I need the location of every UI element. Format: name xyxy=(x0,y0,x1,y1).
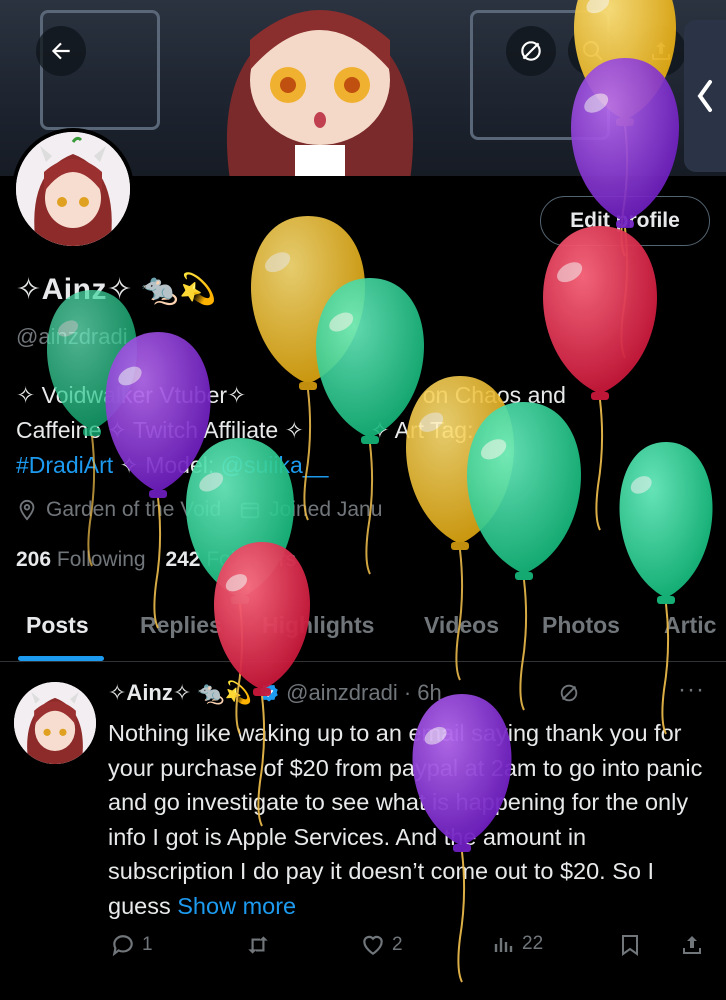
back-button[interactable] xyxy=(36,26,86,76)
show-more-link[interactable]: Show more xyxy=(177,893,296,919)
bio-line: on Chaos and xyxy=(422,382,566,408)
tab-replies[interactable]: Replies xyxy=(140,612,222,639)
verified-badge-icon xyxy=(260,683,278,702)
side-panel-tab[interactable] xyxy=(684,20,726,172)
calendar-icon xyxy=(240,502,260,519)
like-count: 2 xyxy=(392,934,403,955)
location-text: Garden of the Void xyxy=(46,498,222,521)
post-author-name[interactable]: ✧Ainz✧ xyxy=(108,680,191,706)
views-chart-icon xyxy=(494,938,513,952)
heart-icon xyxy=(363,935,383,955)
profile-bio: ✧ Voidwalker Vtuber✧ on Chaos and Caffei… xyxy=(16,378,716,483)
location-icon xyxy=(19,499,35,521)
tab-highlights[interactable]: Highlights xyxy=(262,612,374,639)
bookmark-icon xyxy=(622,935,638,956)
post-handle-time: @ainzdradi · 6h xyxy=(286,680,442,705)
bio-hashtag-link[interactable]: #DradiArt xyxy=(16,452,113,478)
mute-button[interactable] xyxy=(506,26,556,76)
following-count: 206 xyxy=(16,548,52,571)
active-tab-indicator xyxy=(18,656,104,661)
tab-photos[interactable]: Photos xyxy=(542,612,620,639)
profile-tabs: Posts Replies Highlights Videos Photos A… xyxy=(0,600,726,662)
post-text-content: Nothing like waking up to an email sayin… xyxy=(108,720,703,919)
profile-name: ✧Ainz✧ 🐀💫 xyxy=(16,273,218,306)
post-avatar[interactable] xyxy=(14,682,96,764)
reply-count: 1 xyxy=(142,934,153,955)
post-header: ✧Ainz✧ 🐀💫 @ainzdradi · 6h xyxy=(108,680,580,706)
chevron-left-icon xyxy=(697,80,712,112)
upload-icon xyxy=(652,42,670,60)
follow-stats: 206 Following 242 Followers xyxy=(16,548,296,572)
followers-link[interactable]: 242 Followers xyxy=(165,548,296,571)
edit-profile-button[interactable]: Edit profile xyxy=(540,196,710,246)
tab-videos[interactable]: Videos xyxy=(424,612,499,639)
followers-label: Followers xyxy=(206,548,297,571)
bookmark-button[interactable] xyxy=(618,932,642,958)
view-count: 22 xyxy=(522,933,544,954)
bio-line: ✧ Model: xyxy=(113,452,221,478)
following-label: Following xyxy=(56,548,146,571)
views-button[interactable]: 22 xyxy=(492,932,543,956)
reply-icon xyxy=(112,935,133,957)
repost-icon xyxy=(248,936,268,954)
bio-line: Caffeine ✧ Twitch Affiliate ✧ xyxy=(16,417,311,443)
profile-avatar[interactable] xyxy=(12,128,134,250)
following-link[interactable]: 206 Following xyxy=(16,548,146,571)
avatar-image xyxy=(14,682,96,764)
search-icon xyxy=(583,41,603,61)
profile-meta: Garden of the Void Joined Janu xyxy=(16,498,382,522)
upload-icon xyxy=(683,936,701,954)
slash-circle-icon xyxy=(521,41,541,61)
arrow-left-icon xyxy=(51,42,70,60)
bio-line: ✧ Voidwalker Vtuber✧ xyxy=(16,382,253,408)
bio-line: ✧ Art Tag: xyxy=(370,417,474,443)
tab-articles[interactable]: Artic xyxy=(664,612,716,639)
avatar-image xyxy=(16,132,130,246)
post-actions: 1 2 22 xyxy=(0,932,726,972)
post-text: Nothing like waking up to an email sayin… xyxy=(108,716,714,923)
post-author-emoji: 🐀💫 xyxy=(197,680,253,705)
joined-text: Joined Janu xyxy=(269,498,383,521)
slash-circle-icon xyxy=(560,684,577,702)
reply-button[interactable]: 1 xyxy=(110,932,153,958)
like-button[interactable]: 2 xyxy=(360,932,403,958)
share-button[interactable] xyxy=(636,26,686,76)
tab-posts[interactable]: Posts xyxy=(26,612,89,639)
share-post-button[interactable] xyxy=(680,932,704,958)
followers-count: 242 xyxy=(165,548,201,571)
post-more-button[interactable]: ··· xyxy=(678,676,705,704)
bio-mention-link[interactable]: @suiika__ xyxy=(221,452,329,478)
search-button[interactable] xyxy=(568,26,618,76)
profile-handle: @ainzdradi xyxy=(16,324,128,349)
repost-button[interactable] xyxy=(244,932,272,958)
banner-character-art xyxy=(227,10,413,176)
